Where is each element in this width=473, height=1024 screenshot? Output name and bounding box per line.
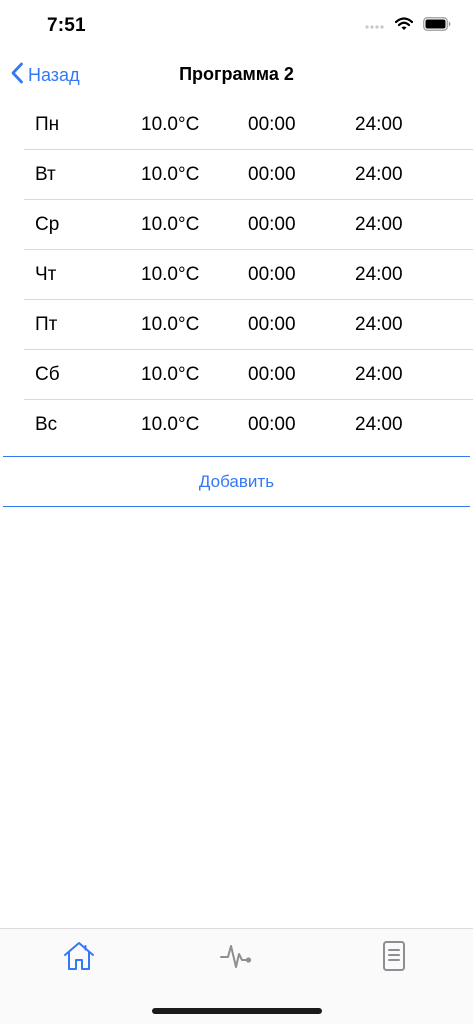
schedule-row-sat[interactable]: Сб 10.0°C 00:00 24:00 <box>0 350 473 400</box>
battery-icon <box>423 16 451 36</box>
home-icon <box>62 940 96 977</box>
temperature-value: 10.0°C <box>141 164 200 185</box>
schedule-row-thu[interactable]: Чт 10.0°C 00:00 24:00 <box>0 250 473 300</box>
page-title: Программа 2 <box>179 64 294 84</box>
tab-activity[interactable] <box>216 941 256 975</box>
start-time: 00:00 <box>248 364 296 385</box>
schedule-row-tue[interactable]: Вт 10.0°C 00:00 24:00 <box>0 150 473 200</box>
end-time: 24:00 <box>355 114 403 135</box>
activity-icon <box>219 940 253 977</box>
schedule-row-fri[interactable]: Пт 10.0°C 00:00 24:00 <box>0 300 473 350</box>
temperature-value: 10.0°C <box>141 414 200 435</box>
day-label: Пн <box>35 114 60 135</box>
home-indicator <box>152 1008 322 1014</box>
day-label: Вс <box>35 414 58 435</box>
temperature-value: 10.0°C <box>141 114 200 135</box>
start-time: 00:00 <box>248 414 296 435</box>
tab-documents[interactable] <box>374 940 414 977</box>
end-time: 24:00 <box>355 164 403 185</box>
start-time: 00:00 <box>248 264 296 285</box>
temperature-value: 10.0°C <box>141 264 200 285</box>
status-time: 7:51 <box>47 15 86 36</box>
schedule-list: Пн 10.0°C 00:00 24:00 Вт 10.0°C 00:00 24… <box>0 100 473 450</box>
temperature-value: 10.0°C <box>141 314 200 335</box>
start-time: 00:00 <box>248 314 296 335</box>
end-time: 24:00 <box>355 314 403 335</box>
day-label: Чт <box>35 264 57 285</box>
end-time: 24:00 <box>355 414 403 435</box>
day-label: Пт <box>35 314 58 335</box>
navigation-bar: Назад Программа 2 <box>0 50 473 100</box>
schedule-row-mon[interactable]: Пн 10.0°C 00:00 24:00 <box>0 100 473 150</box>
status-bar: 7:51 <box>0 0 473 50</box>
day-label: Вт <box>35 164 56 185</box>
tab-home[interactable] <box>59 941 99 975</box>
schedule-row-sun[interactable]: Вс 10.0°C 00:00 24:00 <box>0 400 473 450</box>
start-time: 00:00 <box>248 114 296 135</box>
status-icons <box>365 16 451 36</box>
signal-icon <box>365 17 385 35</box>
temperature-value: 10.0°C <box>141 214 200 235</box>
add-button[interactable]: Добавить <box>3 456 470 507</box>
temperature-value: 10.0°C <box>141 364 200 385</box>
wifi-icon <box>394 16 414 36</box>
start-time: 00:00 <box>248 214 296 235</box>
end-time: 24:00 <box>355 214 403 235</box>
end-time: 24:00 <box>355 264 403 285</box>
day-label: Сб <box>35 364 60 385</box>
day-label: Ср <box>35 214 60 235</box>
end-time: 24:00 <box>355 364 403 385</box>
document-icon <box>380 940 408 977</box>
start-time: 00:00 <box>248 164 296 185</box>
schedule-row-wed[interactable]: Ср 10.0°C 00:00 24:00 <box>0 200 473 250</box>
